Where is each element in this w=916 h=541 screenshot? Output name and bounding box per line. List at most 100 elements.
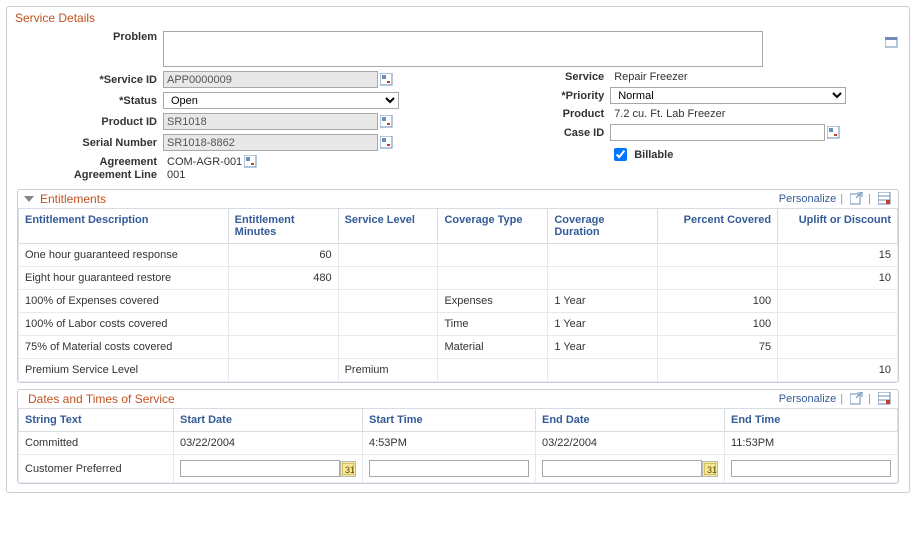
col-percent[interactable]: Percent Covered	[658, 209, 778, 244]
dates-table: String Text Start Date Start Time End Da…	[18, 408, 898, 483]
col-sd[interactable]: Start Date	[174, 409, 363, 432]
table-row: 100% of Labor costs coveredTime1 Year100	[19, 313, 898, 336]
product-id-input[interactable]	[163, 113, 378, 130]
priority-select[interactable]: Normal	[610, 87, 846, 104]
cell-percent: 75	[658, 336, 778, 359]
cell-minutes: 480	[228, 267, 338, 290]
col-duration[interactable]: Coverage Duration	[548, 209, 658, 244]
date-input[interactable]	[731, 460, 891, 477]
case-id-input[interactable]	[610, 124, 825, 141]
cell-coverage	[438, 359, 548, 382]
cell-percent	[658, 244, 778, 267]
date-input[interactable]	[369, 460, 529, 477]
service-id-input[interactable]	[163, 71, 378, 88]
cell-percent: 100	[658, 290, 778, 313]
cell-level	[338, 290, 438, 313]
agreement-value: COM-AGR-001	[163, 156, 242, 168]
cell-minutes	[228, 336, 338, 359]
col-coverage[interactable]: Coverage Type	[438, 209, 548, 244]
calendar-icon[interactable]	[702, 461, 718, 477]
cell-desc: 100% of Expenses covered	[19, 290, 229, 313]
entitlements-title: Entitlements	[40, 192, 106, 206]
cell-uplift: 15	[778, 244, 898, 267]
cell-coverage: Material	[438, 336, 548, 359]
agreement-label: Agreement	[13, 156, 163, 168]
cell-desc: Premium Service Level	[19, 359, 229, 382]
cell-level	[338, 336, 438, 359]
status-select[interactable]: Open	[163, 92, 399, 109]
service-id-label: *Service ID	[13, 74, 163, 86]
product-value: 7.2 cu. Ft. Lab Freezer	[610, 108, 725, 120]
cell-uplift	[778, 336, 898, 359]
cell-desc: One hour guaranteed response	[19, 244, 229, 267]
cell	[725, 455, 898, 483]
col-desc[interactable]: Entitlement Description	[19, 209, 229, 244]
modal-icon[interactable]	[885, 37, 899, 51]
service-value: Repair Freezer	[610, 71, 687, 83]
product-label: Product	[440, 108, 610, 120]
col-uplift[interactable]: Uplift or Discount	[778, 209, 898, 244]
col-level[interactable]: Service Level	[338, 209, 438, 244]
lookup-icon[interactable]	[244, 155, 258, 169]
lookup-icon[interactable]	[827, 126, 841, 140]
service-label: Service	[440, 71, 610, 83]
col-text[interactable]: String Text	[19, 409, 174, 432]
cell-uplift	[778, 290, 898, 313]
cell-level	[338, 313, 438, 336]
cell-uplift: 10	[778, 359, 898, 382]
cell-coverage: Expenses	[438, 290, 548, 313]
serial-input[interactable]	[163, 134, 378, 151]
billable-checkbox[interactable]	[614, 148, 627, 161]
billable-label: Billable	[634, 149, 673, 161]
dates-section: Dates and Times of Service Personalize |…	[17, 389, 899, 484]
status-label: *Status	[13, 95, 163, 107]
table-row: Premium Service Level Premium 10	[19, 359, 898, 382]
col-minutes[interactable]: Entitlement Minutes	[228, 209, 338, 244]
cell	[174, 455, 363, 483]
cell-percent: 100	[658, 313, 778, 336]
popout-icon[interactable]	[850, 192, 864, 206]
table-row: Eight hour guaranteed restore480 10	[19, 267, 898, 290]
cell-level	[338, 244, 438, 267]
cell-uplift: 10	[778, 267, 898, 290]
entitlements-table: Entitlement Description Entitlement Minu…	[18, 208, 898, 382]
date-input[interactable]	[180, 460, 340, 477]
lookup-icon[interactable]	[380, 136, 394, 150]
serial-label: Serial Number	[13, 137, 163, 149]
cell-level: Premium	[338, 359, 438, 382]
cell	[363, 455, 536, 483]
date-input[interactable]	[542, 460, 702, 477]
cell-st: 4:53PM	[363, 432, 536, 455]
cell-minutes	[228, 359, 338, 382]
personalize-link[interactable]: Personalize	[779, 393, 836, 405]
cell-level	[338, 267, 438, 290]
lookup-icon[interactable]	[380, 73, 394, 87]
personalize-link[interactable]: Personalize	[779, 193, 836, 205]
col-et[interactable]: End Time	[725, 409, 898, 432]
cell-minutes	[228, 290, 338, 313]
calendar-icon[interactable]	[340, 461, 356, 477]
popout-icon[interactable]	[850, 392, 864, 406]
cell-coverage	[438, 244, 548, 267]
collapse-icon[interactable]	[24, 196, 34, 202]
problem-input[interactable]	[163, 31, 763, 67]
col-ed[interactable]: End Date	[536, 409, 725, 432]
table-row: One hour guaranteed response6015	[19, 244, 898, 267]
cell-text: Committed	[19, 432, 174, 455]
cell-desc: 100% of Labor costs covered	[19, 313, 229, 336]
problem-label: Problem	[13, 31, 163, 43]
table-row: 100% of Expenses coveredExpenses1 Year10…	[19, 290, 898, 313]
table-row: Committed03/22/20044:53PM03/22/200411:53…	[19, 432, 898, 455]
cell-desc: Eight hour guaranteed restore	[19, 267, 229, 290]
grid-icon[interactable]	[878, 392, 892, 406]
col-st[interactable]: Start Time	[363, 409, 536, 432]
cell-sd: 03/22/2004	[174, 432, 363, 455]
cell-duration	[548, 267, 658, 290]
service-details-panel: Service Details Problem *Service ID *Sta…	[6, 6, 910, 493]
table-row: Customer Preferred	[19, 455, 898, 483]
grid-icon[interactable]	[878, 192, 892, 206]
dates-title: Dates and Times of Service	[28, 392, 175, 406]
entitlements-section: Entitlements Personalize | | Entitlement…	[17, 189, 899, 383]
lookup-icon[interactable]	[380, 115, 394, 129]
cell-duration: 1 Year	[548, 313, 658, 336]
